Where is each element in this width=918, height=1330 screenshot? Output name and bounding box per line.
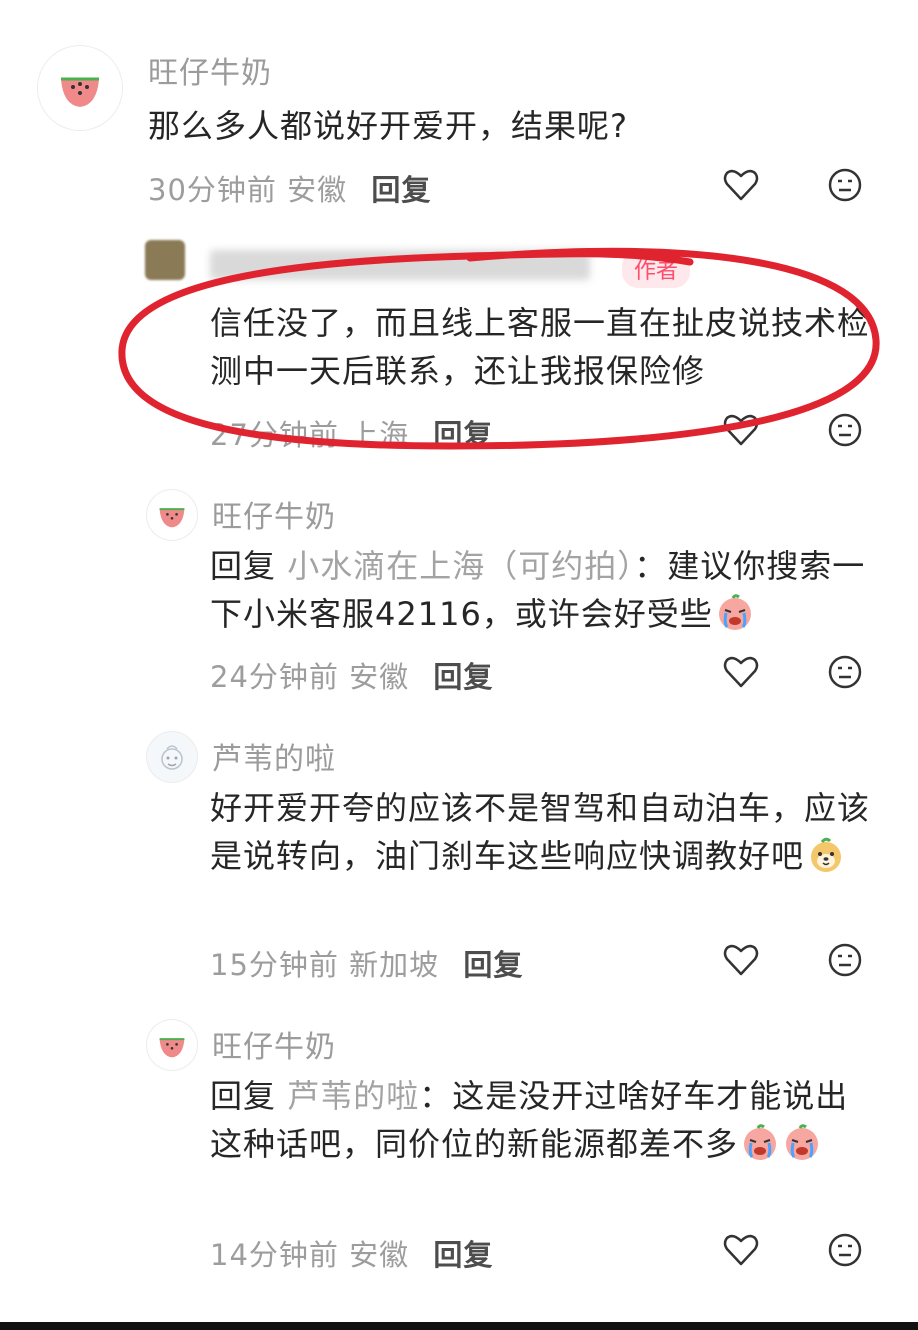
comment-meta: 24分钟前 安徽 回复 — [210, 654, 493, 696]
timestamp: 24分钟前 — [210, 660, 339, 694]
like-icon[interactable] — [722, 653, 760, 691]
username[interactable]: 旺仔牛奶 — [212, 1022, 336, 1066]
bottom-edge-bar — [0, 1322, 918, 1330]
dislike-icon[interactable] — [826, 411, 864, 449]
watermelon-icon — [159, 1038, 185, 1058]
timestamp: 30分钟前 — [148, 173, 277, 207]
like-icon[interactable] — [722, 411, 760, 449]
dislike-icon[interactable] — [826, 166, 864, 204]
username[interactable]: 芦苇的啦 — [212, 734, 336, 778]
comment-text: 信任没了，而且线上客服一直在扯皮说技术检测中一天后联系，还让我报保险修 — [210, 304, 871, 390]
reply-button[interactable]: 回复 — [433, 418, 493, 452]
reply-prefix: 回复 — [210, 547, 277, 585]
author-badge: 作者 — [622, 250, 691, 288]
reply-button[interactable]: 回复 — [433, 660, 493, 694]
dislike-icon[interactable] — [826, 1231, 864, 1269]
avatar[interactable] — [38, 46, 122, 130]
watermelon-icon — [159, 508, 185, 528]
comment-meta: 27分钟前 上海 回复 — [210, 412, 493, 454]
location: 新加坡 — [349, 948, 440, 982]
location: 安徽 — [287, 173, 348, 207]
like-icon[interactable] — [722, 1231, 760, 1269]
comment-thread: 旺仔牛奶 那么多人都说好开爱开，结果呢? 30分钟前 安徽 回复 作者 信任没了… — [0, 0, 918, 1330]
username-blurred[interactable] — [210, 250, 590, 280]
dislike-icon[interactable] — [826, 653, 864, 691]
reply-target-user[interactable]: 小水滴在上海（可约拍） — [287, 547, 634, 585]
username[interactable]: 旺仔牛奶 — [148, 48, 272, 92]
location: 安徽 — [349, 1238, 410, 1272]
cartoon-sketch-icon — [161, 745, 183, 770]
comment-meta: 30分钟前 安徽 回复 — [148, 167, 431, 209]
comment-text: 回复 小水滴在上海（可约拍）：建议你搜索一下小米客服42116，或许会好受些 — [210, 542, 870, 638]
puppy-emoji — [811, 837, 842, 872]
avatar[interactable] — [147, 732, 197, 782]
avatar[interactable] — [145, 240, 185, 280]
crying-face-emoji — [718, 594, 751, 630]
comment-text: 好开爱开夸的应该不是智驾和自动泊车，应该是说转向，油门刹车这些响应快调教好吧 — [210, 784, 870, 880]
like-icon[interactable] — [722, 941, 760, 979]
timestamp: 14分钟前 — [210, 1238, 339, 1272]
reply-button[interactable]: 回复 — [463, 948, 523, 982]
timestamp: 27分钟前 — [210, 418, 339, 452]
username[interactable]: 旺仔牛奶 — [212, 492, 336, 536]
location: 上海 — [349, 418, 410, 452]
reply-target-user[interactable]: 芦苇的啦 — [287, 1077, 419, 1115]
reply-button[interactable]: 回复 — [371, 173, 431, 207]
comment-body: 好开爱开夸的应该不是智驾和自动泊车，应该是说转向，油门刹车这些响应快调教好吧 — [210, 789, 871, 875]
timestamp: 15分钟前 — [210, 948, 339, 982]
crying-face-emoji — [744, 1124, 777, 1160]
avatar[interactable] — [147, 1020, 197, 1070]
location: 安徽 — [349, 660, 410, 694]
watermelon-icon — [61, 77, 99, 107]
comment-meta: 14分钟前 安徽 回复 — [210, 1232, 493, 1274]
crying-face-emoji — [786, 1124, 819, 1160]
reply-button[interactable]: 回复 — [433, 1238, 493, 1272]
reply-prefix: 回复 — [210, 1077, 277, 1115]
like-icon[interactable] — [722, 166, 760, 204]
comment-text: 回复 芦苇的啦：这是没开过啥好车才能说出这种话吧，同价位的新能源都差不多 — [210, 1072, 870, 1168]
avatar[interactable] — [147, 490, 197, 540]
dislike-icon[interactable] — [826, 941, 864, 979]
comment-meta: 15分钟前 新加坡 回复 — [210, 942, 523, 984]
comment-text: 那么多人都说好开爱开，结果呢? — [148, 107, 628, 145]
